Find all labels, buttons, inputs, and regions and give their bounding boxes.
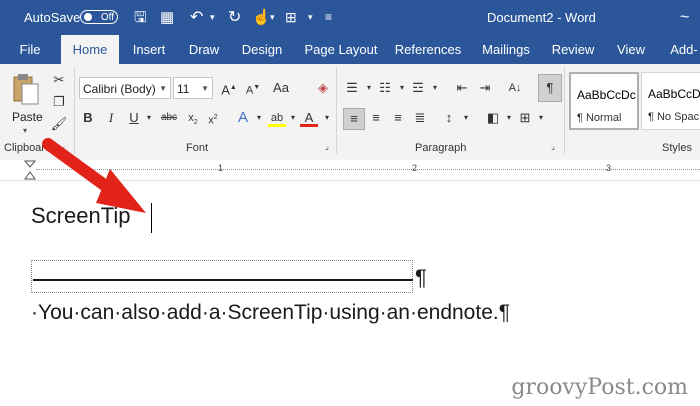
redo-icon[interactable]: ↻ bbox=[228, 0, 241, 35]
font-color-icon[interactable]: A bbox=[300, 108, 318, 127]
align-right-icon[interactable]: ≡ bbox=[389, 108, 407, 128]
style-sample: AaBbCcDc bbox=[648, 87, 700, 101]
numbering-icon[interactable]: ☷ bbox=[376, 78, 394, 98]
tab-addins[interactable]: Add- bbox=[664, 35, 700, 64]
font-group-label: Font bbox=[186, 142, 209, 154]
superscript-icon[interactable]: x2 bbox=[204, 108, 222, 128]
document-title: Document2 - Word bbox=[487, 10, 596, 25]
ribbon-tab-bar: File Home Insert Draw Design Page Layout… bbox=[0, 35, 700, 64]
save-as-icon[interactable]: ▦ bbox=[160, 0, 174, 35]
tab-view[interactable]: View bbox=[612, 35, 650, 64]
endnote-separator-box bbox=[31, 260, 413, 293]
undo-dropdown-icon[interactable]: ▾ bbox=[210, 0, 215, 35]
clear-formatting-icon[interactable]: ◈ bbox=[314, 78, 332, 98]
paragraph-group-label: Paragraph bbox=[415, 142, 467, 154]
style-name: ¶ No Spac bbox=[648, 111, 700, 123]
multilevel-dropdown-icon[interactable]: ▾ bbox=[426, 78, 444, 98]
autosave-toggle[interactable]: Off bbox=[80, 10, 118, 24]
justify-icon[interactable]: ≣ bbox=[411, 108, 429, 128]
increase-indent-icon[interactable]: ⇥ bbox=[476, 78, 494, 98]
paragraph-launcher-icon[interactable]: ⌟ bbox=[548, 142, 558, 152]
red-arrow-annotation bbox=[42, 138, 146, 213]
group-separator bbox=[564, 68, 565, 154]
chevron-down-icon: ▼ bbox=[201, 84, 209, 93]
decrease-indent-icon[interactable]: ⇤ bbox=[453, 78, 471, 98]
toggle-knob-icon bbox=[84, 13, 92, 21]
endnote-text[interactable]: ·You·can·also·add·a·ScreenTip·using·an·e… bbox=[31, 301, 510, 325]
tab-draw[interactable]: Draw bbox=[182, 35, 226, 64]
font-color-dropdown-icon[interactable]: ▾ bbox=[318, 108, 336, 128]
font-name-value: Calibri (Body) bbox=[83, 82, 156, 96]
ruler-number: 3 bbox=[606, 163, 612, 173]
touch-dropdown-icon[interactable]: ▾ bbox=[270, 0, 275, 35]
copy-icon[interactable]: ❐ bbox=[50, 92, 68, 112]
watermark: groovyPost.com bbox=[511, 375, 688, 400]
multilevel-list-icon[interactable]: ☲ bbox=[409, 78, 427, 98]
show-formatting-marks-icon[interactable]: ¶ bbox=[538, 74, 562, 102]
style-sample: AaBbCcDc bbox=[577, 88, 636, 102]
shrink-font-icon[interactable]: A▼ bbox=[244, 78, 262, 98]
document-canvas[interactable]: ScreenTip ¶ ·You·can·also·add·a·ScreenTi… bbox=[0, 138, 700, 406]
subscript-icon[interactable]: x2 bbox=[184, 108, 202, 128]
table-icon[interactable]: ⊞ bbox=[285, 0, 297, 35]
strikethrough-icon[interactable]: abc bbox=[160, 108, 178, 128]
grow-font-icon[interactable]: A▲ bbox=[220, 78, 238, 98]
style-normal[interactable]: AaBbCcDc ¶ Normal bbox=[569, 72, 639, 130]
font-size-combo[interactable]: 11 ▼ bbox=[173, 77, 213, 99]
paste-icon bbox=[13, 74, 39, 105]
sort-icon[interactable]: A↓ bbox=[506, 78, 524, 98]
title-bar: AutoSave Off 🖫 ▦ ↶ ▾ ↻ ☝ ▾ ⊞ ▾ ≡ Documen… bbox=[0, 0, 700, 35]
line-spacing-dropdown-icon[interactable]: ▾ bbox=[457, 108, 475, 128]
tab-design[interactable]: Design bbox=[236, 35, 288, 64]
font-name-combo[interactable]: Calibri (Body) ▼ bbox=[79, 77, 171, 99]
line-spacing-icon[interactable]: ↕ bbox=[440, 108, 458, 128]
table-dropdown-icon[interactable]: ▾ bbox=[308, 0, 313, 35]
separator-pilcrow: ¶ bbox=[415, 265, 427, 290]
tab-page-layout[interactable]: Page Layout bbox=[302, 35, 380, 64]
customize-qat-icon[interactable]: ≡ bbox=[325, 0, 332, 35]
change-case-icon[interactable]: Aa bbox=[272, 78, 290, 98]
touch-mode-icon[interactable]: ☝ bbox=[252, 0, 271, 35]
align-center-icon[interactable]: ≡ bbox=[367, 108, 385, 128]
tab-home[interactable]: Home bbox=[61, 35, 119, 64]
ruler-number: 2 bbox=[412, 163, 418, 173]
ruler-number: 1 bbox=[218, 163, 224, 173]
autosave-state: Off bbox=[100, 12, 114, 23]
autosave-label: AutoSave bbox=[24, 10, 81, 25]
endnote-separator-line bbox=[33, 279, 413, 281]
font-launcher-icon[interactable]: ⌟ bbox=[322, 142, 332, 152]
group-separator bbox=[336, 68, 337, 154]
style-no-spacing[interactable]: AaBbCcDc ¶ No Spac bbox=[641, 72, 700, 130]
font-size-value: 11 bbox=[177, 82, 190, 96]
cut-icon[interactable]: ✂ bbox=[50, 70, 68, 90]
styles-group-label: Styles bbox=[662, 142, 692, 154]
tab-review[interactable]: Review bbox=[548, 35, 598, 64]
tab-file[interactable]: File bbox=[10, 35, 50, 64]
text-effects-dropdown-icon[interactable]: ▾ bbox=[250, 108, 268, 128]
undo-icon[interactable]: ↶ bbox=[190, 0, 203, 35]
tab-insert[interactable]: Insert bbox=[124, 35, 174, 64]
tab-mailings[interactable]: Mailings bbox=[476, 35, 536, 64]
style-name: ¶ Normal bbox=[577, 112, 622, 124]
tab-references[interactable]: References bbox=[394, 35, 462, 64]
save-icon[interactable]: 🖫 bbox=[134, 0, 147, 35]
ribbon-options-icon[interactable]: ~ bbox=[680, 0, 689, 35]
borders-dropdown-icon[interactable]: ▾ bbox=[532, 108, 550, 128]
bullets-icon[interactable]: ☰ bbox=[343, 78, 361, 98]
chevron-down-icon: ▼ bbox=[159, 84, 167, 93]
align-left-icon[interactable]: ≡ bbox=[343, 108, 365, 130]
